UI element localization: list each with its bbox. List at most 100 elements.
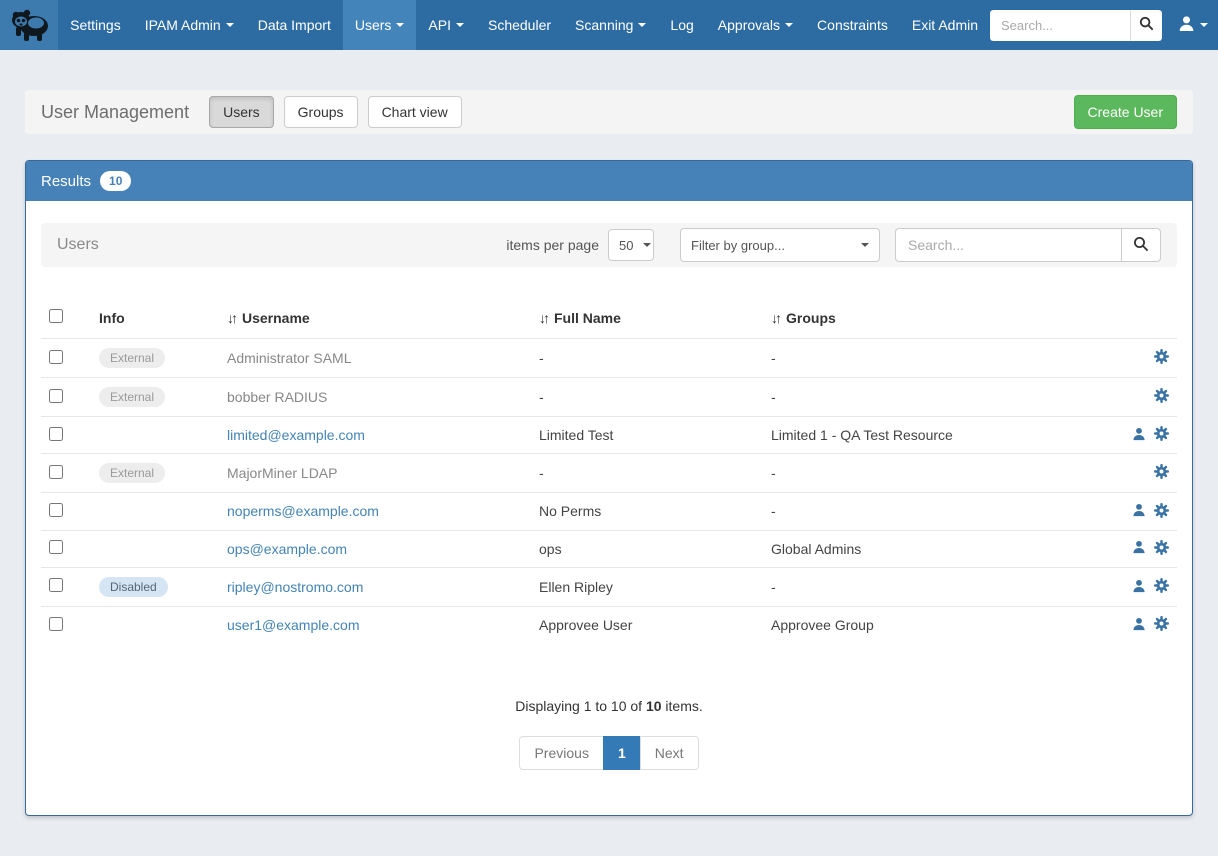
username-link[interactable]: ops@example.com bbox=[227, 541, 347, 557]
cell-info: External bbox=[91, 454, 219, 493]
table-row: ops@example.comopsGlobal Admins bbox=[41, 530, 1177, 567]
global-search-button[interactable] bbox=[1130, 10, 1162, 41]
username-text: bobber RADIUS bbox=[227, 389, 327, 405]
nav-item-log[interactable]: Log bbox=[658, 0, 705, 50]
table-row: ExternalAdministrator SAML-- bbox=[41, 339, 1177, 378]
nav-item-approvals[interactable]: Approvals bbox=[706, 0, 805, 50]
panda-logo-icon bbox=[7, 6, 51, 45]
table-search-input[interactable] bbox=[895, 228, 1121, 262]
row-checkbox[interactable] bbox=[49, 427, 63, 441]
chevron-down-icon bbox=[643, 243, 651, 247]
tab-groups[interactable]: Groups bbox=[284, 96, 358, 128]
user-icon[interactable] bbox=[1132, 503, 1146, 520]
row-checkbox[interactable] bbox=[49, 465, 63, 479]
group-filter-select[interactable]: Filter by group... bbox=[680, 228, 880, 262]
row-checkbox[interactable] bbox=[49, 540, 63, 554]
nav-item-users[interactable]: Users bbox=[343, 0, 417, 50]
username-link[interactable]: ripley@nostromo.com bbox=[227, 579, 363, 595]
global-search-input[interactable] bbox=[990, 10, 1130, 41]
cell-info bbox=[91, 417, 219, 454]
cell-username: bobber RADIUS bbox=[219, 378, 531, 417]
gear-icon[interactable] bbox=[1154, 464, 1169, 482]
gear-icon[interactable] bbox=[1154, 503, 1169, 521]
column-header-actions bbox=[1107, 297, 1177, 339]
global-search bbox=[990, 10, 1162, 41]
table-search bbox=[895, 228, 1161, 262]
column-header-groups[interactable]: ↓↑Groups bbox=[763, 297, 1107, 339]
sort-icon: ↓↑ bbox=[771, 310, 779, 326]
cell-groups: - bbox=[763, 493, 1107, 530]
user-icon[interactable] bbox=[1132, 617, 1146, 634]
gear-icon[interactable] bbox=[1154, 349, 1169, 367]
cell-groups: Approvee Group bbox=[763, 606, 1107, 643]
table-search-button[interactable] bbox=[1121, 228, 1161, 262]
row-checkbox[interactable] bbox=[49, 617, 63, 631]
row-checkbox[interactable] bbox=[49, 389, 63, 403]
users-table: Info↓↑Username↓↑Full Name↓↑Groups Extern… bbox=[41, 297, 1177, 643]
table-header-row: Info↓↑Username↓↑Full Name↓↑Groups bbox=[41, 297, 1177, 339]
cell-info bbox=[91, 493, 219, 530]
username-link[interactable]: limited@example.com bbox=[227, 427, 365, 443]
results-count-badge: 10 bbox=[100, 171, 131, 191]
nav-item-constraints[interactable]: Constraints bbox=[805, 0, 900, 50]
user-account-menu[interactable] bbox=[1178, 15, 1208, 35]
cell-username: ripley@nostromo.com bbox=[219, 567, 531, 606]
pagination-page-1[interactable]: 1 bbox=[603, 736, 641, 770]
chevron-down-icon bbox=[1200, 23, 1208, 27]
status-badge: External bbox=[99, 463, 165, 483]
nav-item-scanning[interactable]: Scanning bbox=[563, 0, 658, 50]
results-panel-header: Results 10 bbox=[26, 161, 1192, 201]
navbar-menu: SettingsIPAM AdminData ImportUsersAPISch… bbox=[58, 0, 990, 50]
pagination-controls: Previous 1 Next bbox=[519, 736, 698, 770]
user-icon[interactable] bbox=[1132, 579, 1146, 596]
top-navbar: SettingsIPAM AdminData ImportUsersAPISch… bbox=[0, 0, 1218, 50]
create-user-button[interactable]: Create User bbox=[1074, 95, 1177, 129]
search-icon bbox=[1133, 236, 1149, 255]
app-logo[interactable] bbox=[0, 0, 58, 50]
gear-icon[interactable] bbox=[1154, 388, 1169, 406]
cell-full-name: No Perms bbox=[531, 493, 763, 530]
username-link[interactable]: user1@example.com bbox=[227, 617, 360, 633]
user-icon[interactable] bbox=[1132, 540, 1146, 557]
nav-item-exit-admin[interactable]: Exit Admin bbox=[900, 0, 990, 50]
table-row: noperms@example.com No Perms- bbox=[41, 493, 1177, 530]
items-per-page-select[interactable]: 50 bbox=[608, 229, 654, 261]
select-all-checkbox[interactable] bbox=[49, 309, 63, 323]
username-text: Administrator SAML bbox=[227, 350, 351, 366]
row-checkbox[interactable] bbox=[49, 578, 63, 592]
nav-item-api[interactable]: API bbox=[416, 0, 476, 50]
cell-username: limited@example.com bbox=[219, 417, 531, 454]
cell-actions bbox=[1107, 567, 1177, 606]
cell-info bbox=[91, 606, 219, 643]
cell-full-name: - bbox=[531, 339, 763, 378]
gear-icon[interactable] bbox=[1154, 578, 1169, 596]
cell-full-name: Ellen Ripley bbox=[531, 567, 763, 606]
nav-item-data-import[interactable]: Data Import bbox=[246, 0, 343, 50]
nav-item-ipam-admin[interactable]: IPAM Admin bbox=[133, 0, 246, 50]
pagination-next[interactable]: Next bbox=[640, 736, 699, 770]
cell-actions bbox=[1107, 493, 1177, 530]
username-link[interactable]: noperms@example.com bbox=[227, 503, 379, 519]
cell-groups: - bbox=[763, 454, 1107, 493]
pagination-summary: Displaying 1 to 10 of 10 items. bbox=[41, 698, 1177, 714]
pagination-previous[interactable]: Previous bbox=[519, 736, 603, 770]
cell-full-name: Limited Test bbox=[531, 417, 763, 454]
chevron-down-icon bbox=[396, 23, 404, 27]
column-header-username[interactable]: ↓↑Username bbox=[219, 297, 531, 339]
user-icon[interactable] bbox=[1132, 427, 1146, 444]
row-checkbox[interactable] bbox=[49, 350, 63, 364]
header-select-all bbox=[41, 297, 91, 339]
tab-users[interactable]: Users bbox=[209, 96, 274, 128]
gear-icon[interactable] bbox=[1154, 540, 1169, 558]
status-badge: Disabled bbox=[99, 577, 168, 597]
nav-item-scheduler[interactable]: Scheduler bbox=[476, 0, 563, 50]
gear-icon[interactable] bbox=[1154, 426, 1169, 444]
gear-icon[interactable] bbox=[1154, 616, 1169, 634]
column-header-full-name[interactable]: ↓↑Full Name bbox=[531, 297, 763, 339]
page-header: User Management UsersGroupsChart view Cr… bbox=[25, 90, 1193, 134]
table-row: ExternalMajorMiner LDAP-- bbox=[41, 454, 1177, 493]
nav-item-settings[interactable]: Settings bbox=[58, 0, 133, 50]
cell-groups: Global Admins bbox=[763, 530, 1107, 567]
row-checkbox[interactable] bbox=[49, 503, 63, 517]
tab-chart-view[interactable]: Chart view bbox=[368, 96, 462, 128]
